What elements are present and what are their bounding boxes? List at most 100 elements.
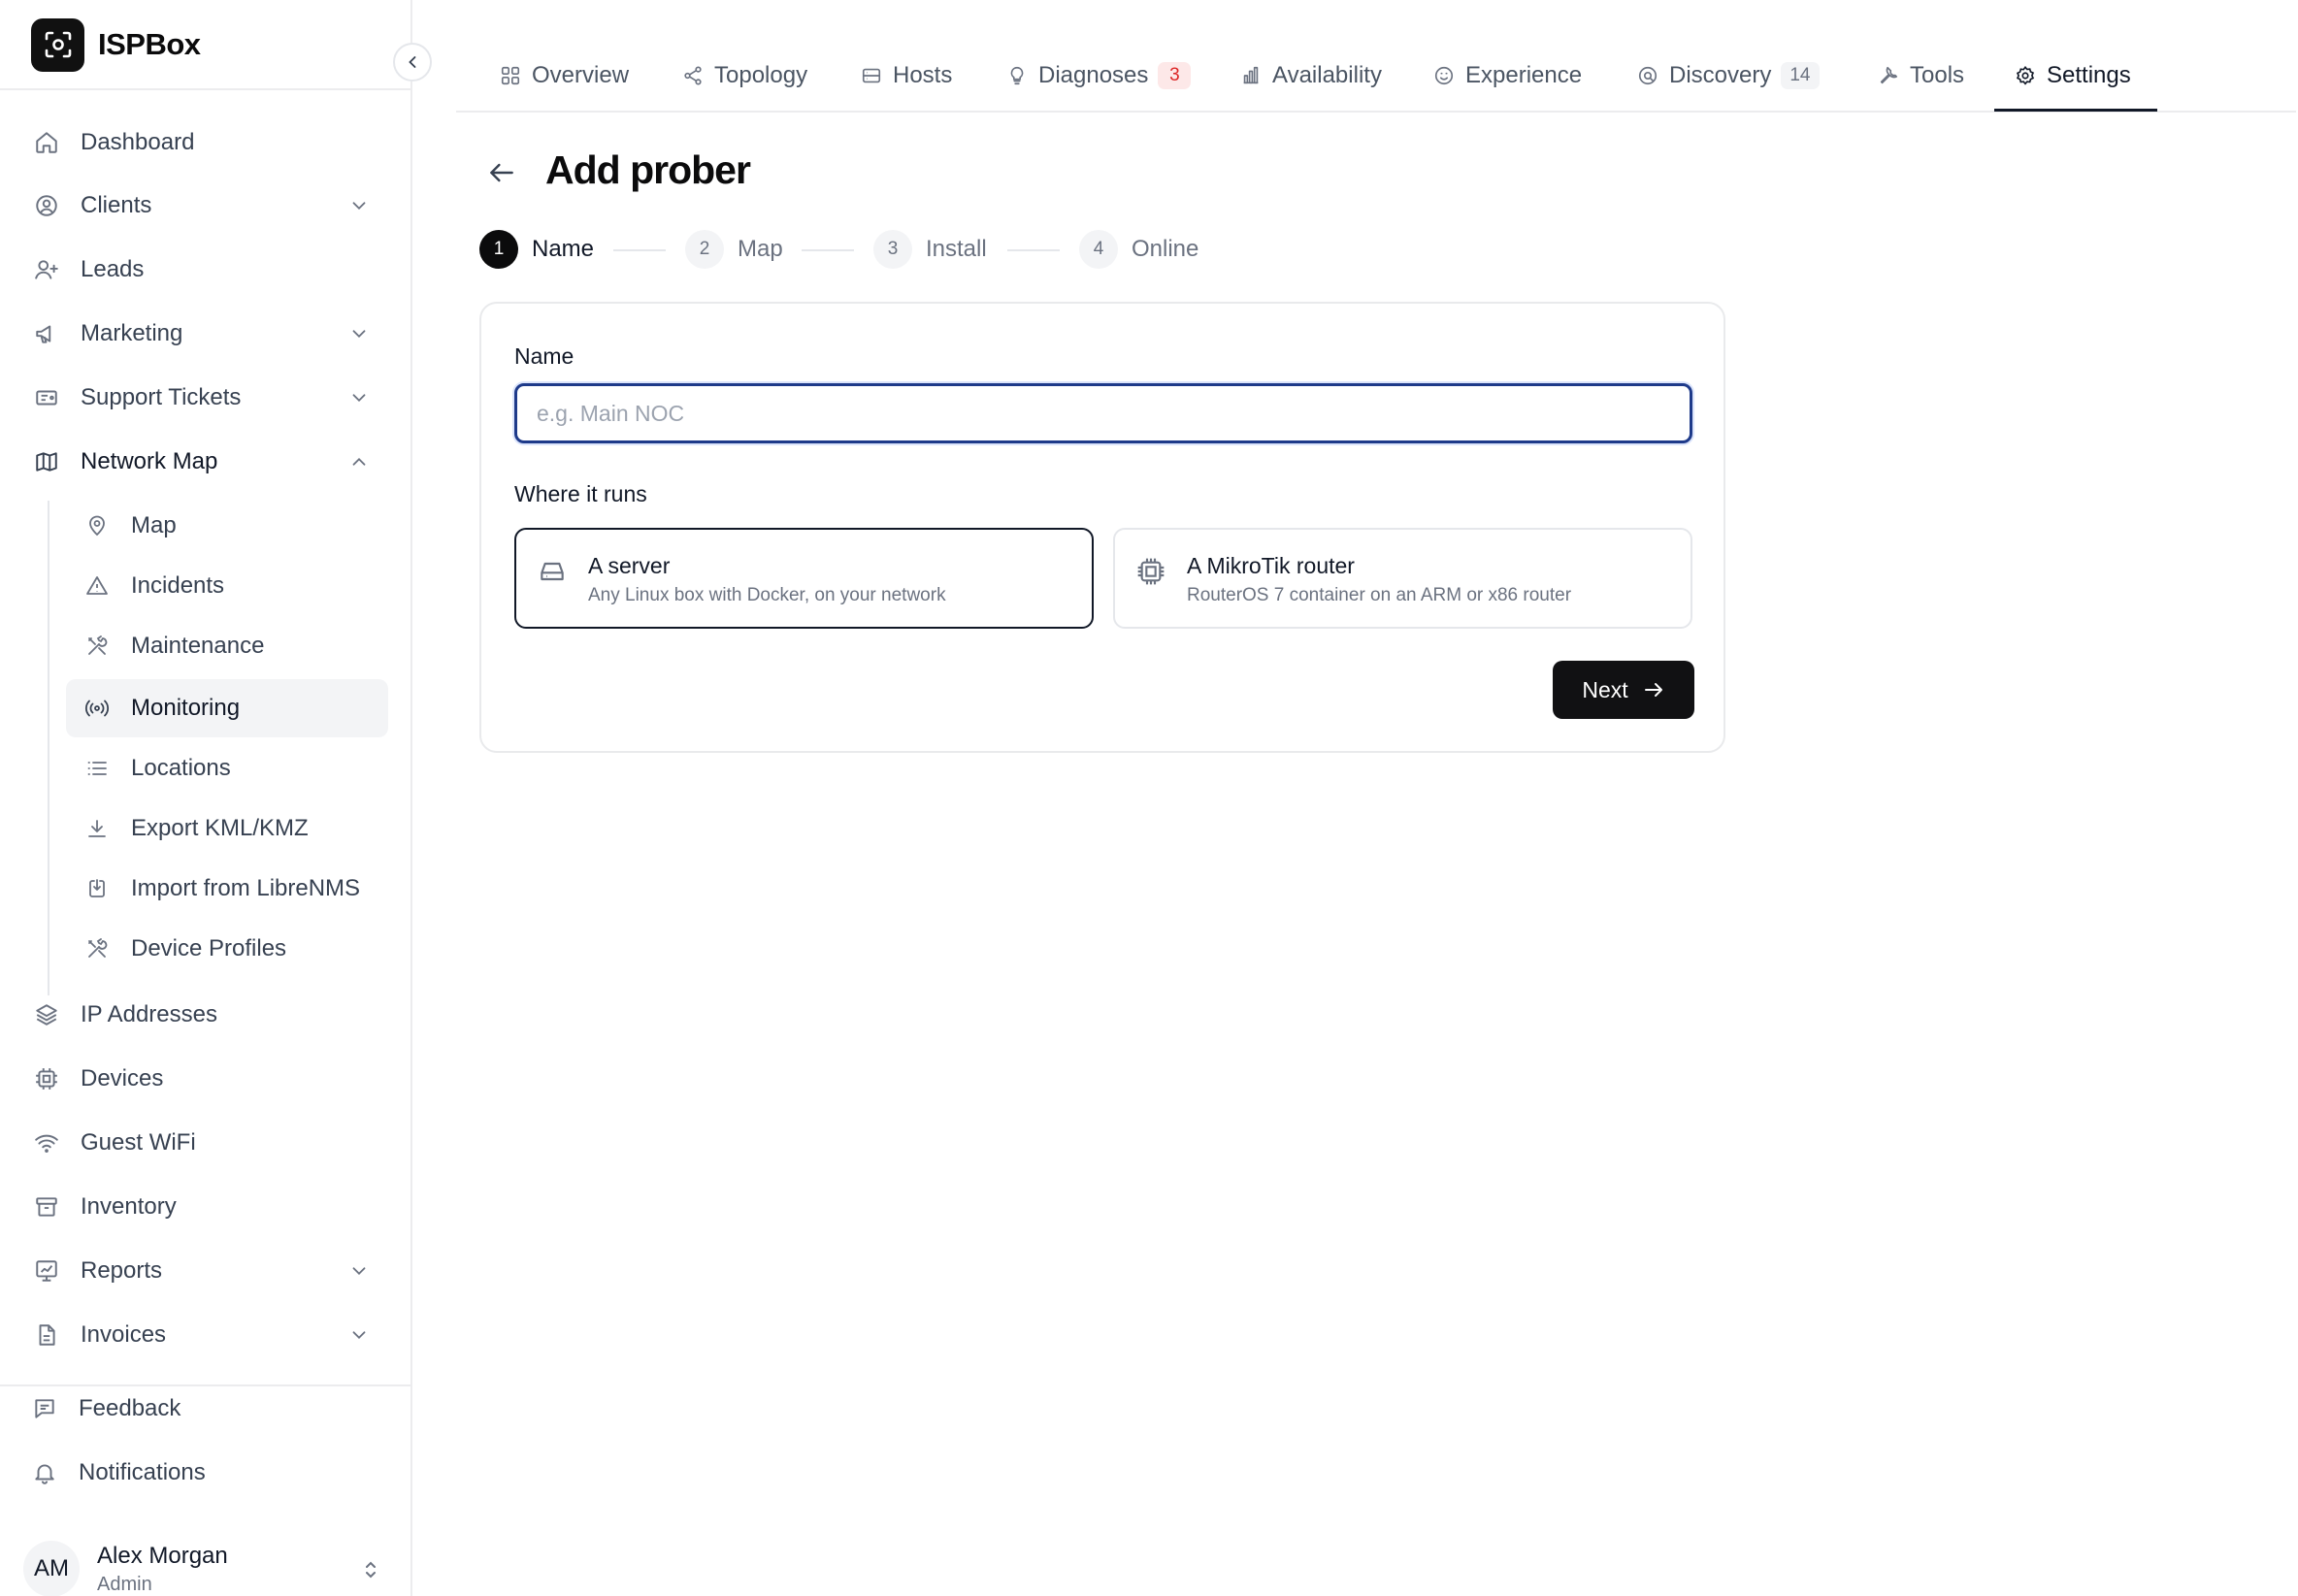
subnav-rail — [48, 501, 49, 995]
grid-icon — [499, 64, 522, 87]
sidebar-item-label: Support Tickets — [81, 384, 242, 410]
sidebar-subitem-incidents[interactable]: Incidents — [66, 557, 388, 615]
sidebar-item-label: Guest WiFi — [81, 1129, 196, 1156]
chevron-down-icon[interactable] — [345, 1257, 373, 1285]
cpu-chip-icon — [1134, 555, 1167, 588]
sidebar-item-guest-wifi[interactable]: Guest WiFi — [33, 1114, 382, 1172]
prober-name-input[interactable] — [514, 383, 1692, 443]
sidebar-item-invoices[interactable]: Invoices — [33, 1306, 382, 1364]
brand[interactable]: ISPBox — [31, 17, 201, 72]
tab-label: Topology — [714, 62, 808, 88]
sidebar-subitem-locations[interactable]: Locations — [66, 739, 388, 798]
name-field-label: Name — [514, 343, 574, 369]
tab-diagnoses[interactable]: Diagnoses 3 — [1005, 58, 1192, 93]
sidebar-item-marketing[interactable]: Marketing — [33, 305, 382, 363]
scan-icon — [1636, 64, 1659, 87]
step-number: 3 — [873, 230, 912, 269]
smile-icon — [1432, 64, 1456, 87]
user-menu[interactable]: AM Alex Morgan Admin — [23, 1541, 392, 1596]
map-pin-icon — [83, 512, 111, 539]
step-connector — [613, 249, 666, 251]
chevron-down-icon[interactable] — [345, 320, 373, 347]
chevron-down-icon[interactable] — [345, 1321, 373, 1349]
chevron-up-icon[interactable] — [345, 448, 373, 475]
tab-tools[interactable]: Tools — [1877, 58, 1964, 93]
page-title: Add prober — [545, 147, 751, 192]
option-mikrotik-router[interactable]: A MikroTik router RouterOS 7 container o… — [1113, 528, 1692, 629]
sidebar-subitem-monitoring[interactable]: Monitoring — [66, 679, 388, 737]
sidebar-item-label: Inventory — [81, 1193, 177, 1220]
collapse-sidebar-button[interactable] — [393, 43, 432, 81]
tab-label: Overview — [532, 62, 630, 88]
sidebar-item-label: Reports — [81, 1257, 163, 1284]
step-label: Install — [926, 236, 987, 262]
chevrons-up-down-icon[interactable] — [357, 1556, 384, 1583]
sidebar-item-devices[interactable]: Devices — [33, 1050, 382, 1108]
sidebar-item-inventory[interactable]: Inventory — [33, 1178, 382, 1236]
tab-label: Diagnoses — [1038, 62, 1149, 88]
step-online: 4 Online — [1079, 230, 1198, 269]
tab-discovery[interactable]: Discovery 14 — [1636, 58, 1820, 93]
user-role: Admin — [97, 1574, 152, 1595]
sidebar-subitem-import-librenms[interactable]: Import from LibreNMS — [66, 860, 388, 918]
sidebar-item-label: Dashboard — [81, 129, 195, 155]
server-icon — [860, 64, 883, 87]
tab-bar: Overview Topology Hosts Diagnoses 3 Avai… — [456, 39, 2296, 113]
chart-icon — [33, 1257, 60, 1285]
sidebar-subitem-label: Monitoring — [131, 695, 241, 721]
feedback-label: Feedback — [79, 1395, 181, 1421]
next-button[interactable]: Next — [1553, 661, 1694, 719]
sidebar-subitem-export-kml-kmz[interactable]: Export KML/KMZ — [66, 799, 388, 858]
diagnoses-count-badge: 3 — [1158, 62, 1192, 89]
sidebar-subitem-map[interactable]: Map — [66, 497, 388, 555]
home-icon — [33, 129, 60, 156]
sidebar-subitem-device-profiles[interactable]: Device Profiles — [66, 920, 388, 978]
message-icon — [31, 1395, 58, 1422]
step-label: Online — [1132, 236, 1199, 262]
step-label: Map — [738, 236, 783, 262]
tab-experience[interactable]: Experience — [1432, 58, 1582, 93]
feedback-link[interactable]: Feedback — [31, 1380, 181, 1438]
sidebar-item-network-map[interactable]: Network Map — [33, 433, 382, 491]
sidebar-item-ip-addresses[interactable]: IP Addresses — [33, 986, 382, 1044]
tab-availability[interactable]: Availability — [1239, 58, 1382, 93]
chevron-down-icon[interactable] — [345, 192, 373, 219]
archive-icon — [33, 1193, 60, 1221]
tab-topology[interactable]: Topology — [681, 58, 807, 93]
option-description: Any Linux box with Docker, on your netwo… — [588, 585, 946, 605]
chip-icon — [33, 1065, 60, 1092]
notifications-link[interactable]: Notifications — [31, 1444, 206, 1502]
sidebar-item-label: Marketing — [81, 320, 183, 346]
sidebar-item-reports[interactable]: Reports — [33, 1242, 382, 1300]
user-circle-icon — [33, 192, 60, 219]
active-tab-indicator — [1994, 109, 2157, 112]
where-it-runs-label: Where it runs — [514, 481, 647, 506]
sidebar-item-support-tickets[interactable]: Support Tickets — [33, 369, 382, 427]
step-connector — [802, 249, 854, 251]
sidebar-item-label: Network Map — [81, 448, 218, 474]
sidebar-subitem-maintenance[interactable]: Maintenance — [66, 617, 388, 675]
sidebar-subitem-label: Incidents — [131, 572, 225, 599]
sidebar-subitem-label: Locations — [131, 755, 231, 781]
step-connector — [1007, 249, 1060, 251]
step-name: 1 Name — [479, 230, 594, 269]
gear-icon — [2014, 64, 2037, 87]
wifi-icon — [33, 1129, 60, 1156]
layers-icon — [33, 1001, 60, 1028]
step-map: 2 Map — [685, 230, 783, 269]
sidebar-item-clients[interactable]: Clients — [33, 177, 382, 235]
back-button[interactable] — [482, 155, 521, 194]
sidebar-item-leads[interactable]: Leads — [33, 241, 382, 299]
option-server[interactable]: A server Any Linux box with Docker, on y… — [514, 528, 1094, 629]
tab-hosts[interactable]: Hosts — [860, 58, 952, 93]
step-number: 1 — [479, 230, 518, 269]
option-title: A MikroTik router — [1187, 553, 1355, 578]
list-icon — [83, 755, 111, 782]
step-number: 2 — [685, 230, 724, 269]
tools-icon — [83, 935, 111, 962]
chevron-down-icon[interactable] — [345, 384, 373, 411]
megaphone-icon — [33, 320, 60, 347]
sidebar-item-dashboard[interactable]: Dashboard — [33, 114, 382, 172]
tab-settings[interactable]: Settings — [2014, 58, 2131, 93]
tab-overview[interactable]: Overview — [499, 58, 629, 93]
